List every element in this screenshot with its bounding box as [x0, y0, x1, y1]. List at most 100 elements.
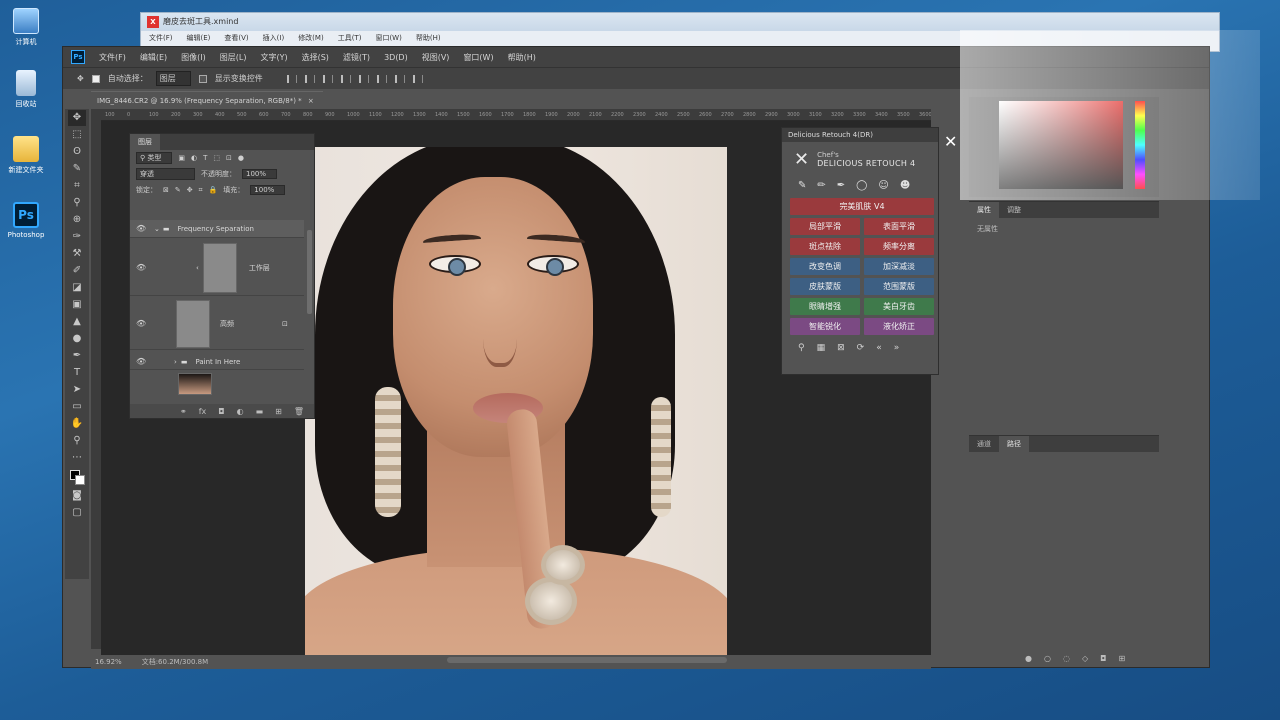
xmind-menu-item[interactable]: 工具(T) [338, 31, 362, 45]
chevron-right-icon[interactable]: › [174, 358, 177, 366]
blend-mode-dropdown[interactable]: 穿透 [136, 168, 195, 180]
spot-removal-button[interactable]: 斑点祛除 [790, 238, 860, 255]
pen-tool-icon[interactable]: ✒ [68, 348, 86, 364]
fx-icon[interactable]: fx [199, 407, 207, 416]
add-mask-icon[interactable]: ◘ [218, 407, 224, 416]
menu-layer[interactable]: 图层(L) [220, 52, 247, 63]
tab-paths[interactable]: 路径 [999, 436, 1029, 452]
align-middle-icon[interactable] [358, 74, 369, 83]
visibility-eye-icon[interactable]: 👁 [136, 319, 146, 328]
healing-brush-tool-icon[interactable]: ⊕ [68, 212, 86, 228]
refresh-icon[interactable]: ⟳ [857, 343, 865, 353]
desktop-icon-photoshop[interactable]: Ps Photoshop [4, 202, 48, 239]
dodge-burn-button[interactable]: 加深减淡 [864, 258, 934, 275]
chevron-left-icon[interactable]: « [876, 343, 882, 353]
filter-smart-icon[interactable]: ⊡ [226, 154, 232, 162]
more-tools-icon[interactable]: ⋯ [68, 450, 86, 466]
menu-select[interactable]: 选择(S) [302, 52, 329, 63]
eye-enhance-button[interactable]: 眼睛增强 [790, 298, 860, 315]
new-group-icon[interactable]: ▬ [256, 407, 264, 416]
desktop-icon-recycle-bin[interactable]: 回收站 [4, 70, 48, 109]
marquee-tool-icon[interactable]: ⬚ [68, 127, 86, 143]
menu-edit[interactable]: 编辑(E) [140, 52, 167, 63]
load-selection-icon[interactable]: ◌ [1063, 654, 1070, 663]
document-tab[interactable]: IMG_8446.CR2 @ 16.9% (Frequency Separati… [91, 91, 323, 109]
quick-mask-icon[interactable]: ◙ [68, 488, 86, 504]
brush-tool-icon[interactable]: ✑ [68, 229, 86, 245]
new-layer-icon[interactable]: ⊞ [275, 407, 282, 416]
xmind-menu-item[interactable]: 文件(F) [149, 31, 173, 45]
stroke-path-icon[interactable]: ○ [1044, 654, 1051, 663]
color-swatches[interactable] [70, 470, 85, 485]
perfect-skin-button[interactable]: 完美肌肤 V4 [790, 198, 934, 215]
xmind-menu-item[interactable]: 帮助(H) [416, 31, 441, 45]
zoom-tool-icon[interactable]: ⚲ [68, 433, 86, 449]
layers-panel-header[interactable]: 图层 [130, 134, 314, 150]
tab-layers[interactable]: 图层 [130, 134, 160, 150]
filter-adjust-icon[interactable]: ◐ [191, 154, 197, 162]
chevron-right-icon[interactable]: » [894, 343, 900, 353]
tab-properties[interactable]: 属性 [969, 202, 999, 218]
layer-row[interactable]: 👁 › ▬ Paint In Here [130, 354, 304, 370]
horizontal-scrollbar[interactable] [447, 657, 727, 663]
pen-icon[interactable]: ✒ [837, 180, 845, 191]
people-icon[interactable]: ☻ [900, 180, 910, 191]
skin-mask-button[interactable]: 皮肤蒙版 [790, 278, 860, 295]
lock-position-icon[interactable]: ✥ [187, 186, 193, 194]
history-brush-tool-icon[interactable]: ✐ [68, 263, 86, 279]
person-icon[interactable]: ☺ [878, 180, 888, 191]
change-tone-button[interactable]: 改变色调 [790, 258, 860, 275]
fill-field[interactable]: 100% [250, 185, 286, 195]
quick-select-tool-icon[interactable]: ✎ [68, 161, 86, 177]
menu-help[interactable]: 帮助(H) [508, 52, 536, 63]
layer-row[interactable]: 👁 ‹ 工作层 [130, 240, 304, 296]
clone-stamp-tool-icon[interactable]: ⚒ [68, 246, 86, 262]
range-mask-button[interactable]: 范围蒙版 [864, 278, 934, 295]
menu-type[interactable]: 文字(Y) [260, 52, 287, 63]
menu-window[interactable]: 窗口(W) [463, 52, 493, 63]
smart-sharpen-button[interactable]: 智能锐化 [790, 318, 860, 335]
align-center-icon[interactable] [304, 74, 315, 83]
zoom-level[interactable]: 16.92% [95, 655, 122, 669]
align-right-icon[interactable] [322, 74, 333, 83]
menu-file[interactable]: 文件(F) [99, 52, 126, 63]
circle-icon[interactable]: ◯ [856, 180, 867, 191]
link-layers-icon[interactable]: ⚭ [180, 407, 187, 416]
background-color[interactable] [75, 475, 85, 485]
desktop-icon-computer[interactable]: 计算机 [4, 8, 48, 47]
show-transform-checkbox[interactable] [198, 74, 207, 83]
delete-layer-icon[interactable]: 🗑 [294, 407, 304, 416]
grid-icon[interactable]: ▦ [817, 343, 826, 353]
lock-artboard-icon[interactable]: ⌗ [199, 186, 203, 195]
search-icon[interactable]: ⚲ [798, 343, 805, 353]
eyedropper-tool-icon[interactable]: ⚲ [68, 195, 86, 211]
distribute-icon[interactable] [394, 74, 405, 83]
add-mask-icon[interactable]: ◘ [1100, 654, 1106, 663]
new-path-icon[interactable]: ⊞ [1118, 654, 1125, 663]
layer-row[interactable] [130, 372, 304, 396]
menu-image[interactable]: 图像(I) [181, 52, 206, 63]
filter-shape-icon[interactable]: ⬚ [213, 154, 220, 162]
portrait-photo[interactable] [305, 147, 727, 655]
xmind-menu-item[interactable]: 编辑(E) [187, 31, 211, 45]
xmind-title-bar[interactable]: X 磨皮去斑工具.xmind [141, 13, 1219, 31]
align-top-icon[interactable] [340, 74, 351, 83]
menu-view[interactable]: 视图(V) [422, 52, 450, 63]
liquify-correct-button[interactable]: 液化矫正 [864, 318, 934, 335]
chevron-down-icon[interactable]: ⌄ [154, 225, 160, 233]
tab-channels[interactable]: 通道 [969, 436, 999, 452]
surface-smooth-button[interactable]: 表面平滑 [864, 218, 934, 235]
whiten-teeth-button[interactable]: 美白牙齿 [864, 298, 934, 315]
opacity-field[interactable]: 100% [242, 169, 278, 179]
dodge-tool-icon[interactable]: ● [68, 331, 86, 347]
visibility-eye-icon[interactable]: 👁 [136, 263, 146, 272]
delicious-panel-title[interactable]: Delicious Retouch 4(DR) [782, 128, 938, 142]
distribute-icon[interactable] [412, 74, 423, 83]
lock-transparency-icon[interactable]: ⊠ [163, 186, 169, 194]
menu-filter[interactable]: 滤镜(T) [343, 52, 370, 63]
path-select-tool-icon[interactable]: ➤ [68, 382, 86, 398]
lock-pixels-icon[interactable]: ✎ [175, 186, 181, 194]
local-smooth-button[interactable]: 局部平滑 [790, 218, 860, 235]
eraser-tool-icon[interactable]: ◪ [68, 280, 86, 296]
expand-icon[interactable]: ⊠ [837, 343, 845, 353]
